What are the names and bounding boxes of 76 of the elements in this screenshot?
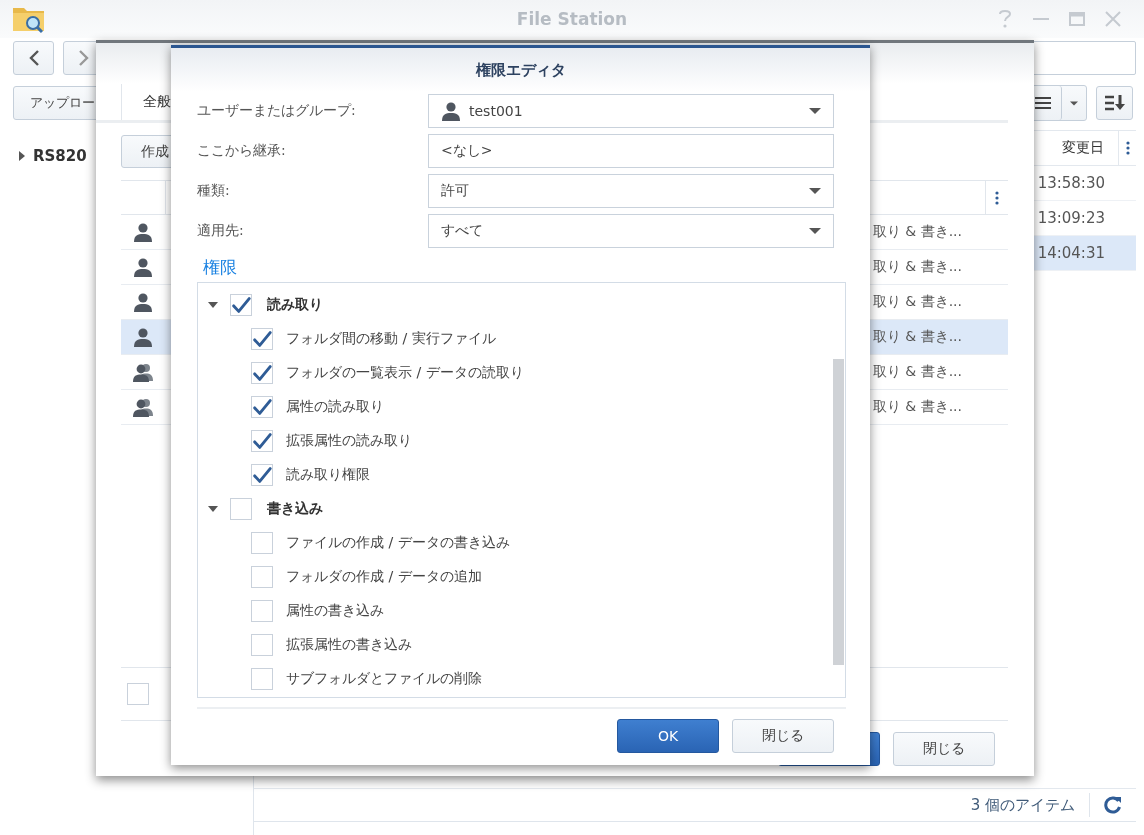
permission-label: 読み取り権限 [286,466,370,484]
checkbox[interactable] [251,532,273,554]
permission-text: 取り & 書き... [872,363,962,381]
modified-time: 13:58:30 [1037,174,1105,192]
permission-text: 取り & 書き... [872,328,962,346]
dropdown-arrow-icon [809,108,821,114]
sort-button[interactable] [1096,86,1133,120]
refresh-icon[interactable] [1104,796,1122,814]
dialog-title: 権限エディタ [475,60,566,80]
tab[interactable]: 全般 [143,93,171,111]
scrollbar-thumb[interactable] [833,359,844,665]
window-title: File Station [516,9,628,29]
input-field[interactable]: <なし> [428,134,834,168]
checkbox[interactable] [251,464,273,486]
modified-time: 14:04:31 [1037,244,1105,262]
kebab-icon[interactable] [1125,141,1130,155]
expand-arrow-icon[interactable] [208,506,218,512]
item-count: 3 個のアイテム [970,795,1075,815]
checkbox[interactable] [251,600,273,622]
permission-label: ファイルの作成 / データの書き込み [286,534,510,552]
chevron-right-icon [77,49,90,67]
column-header[interactable]: 変更日 [1062,139,1118,157]
checkbox[interactable] [251,430,273,452]
checkbox[interactable] [251,566,273,588]
checkbox[interactable] [230,498,252,520]
permission-label: フォルダ間の移動 / 実行ファイル [286,330,496,348]
kebab-icon[interactable] [995,190,999,205]
sort-icon [1104,95,1125,111]
permission-group-label: 書き込み [267,500,323,518]
select-field[interactable]: 許可 [428,174,834,208]
permission-label: 属性の読み取り [286,398,384,416]
field-label: 適用先: [197,222,245,240]
checkbox[interactable] [251,328,273,350]
close-button[interactable]: 閉じる [893,732,995,766]
expand-arrow-icon[interactable] [208,302,218,308]
checkbox[interactable] [251,634,273,656]
field-label: ユーザーまたはグループ: [197,102,357,120]
back-button[interactable] [13,41,54,75]
checkbox[interactable] [230,294,252,316]
permission-group-label: 読み取り [267,296,323,314]
dropdown-arrow-icon [809,188,821,194]
modified-time: 13:09:23 [1037,209,1105,227]
checkbox[interactable] [251,668,273,690]
section-title: 権限 [203,256,238,279]
user-select[interactable]: test001 [428,94,834,128]
select-field[interactable]: すべて [428,214,834,248]
permission-label: フォルダの作成 / データの追加 [286,568,482,586]
list-icon[interactable] [1035,96,1051,110]
permission-label: サブフォルダとファイルの削除 [286,670,482,688]
user-icon [133,292,153,312]
permission-text: 取り & 書き... [872,293,962,311]
field-label: 種類: [197,182,231,200]
permission-text: 取り & 書き... [872,258,962,276]
user-icon [441,101,461,121]
group-icon [133,362,153,382]
permission-label: フォルダの一覧表示 / データの読取り [286,364,524,382]
tree-item[interactable]: RS820 [33,147,87,165]
checkbox[interactable] [251,362,273,384]
chevron-left-icon [27,49,40,67]
permission-text: 取り & 書き... [872,398,962,416]
checkbox[interactable] [127,683,149,705]
checkbox[interactable] [251,396,273,418]
user-icon [133,222,153,242]
expand-arrow-icon[interactable] [19,151,25,161]
permission-label: 拡張属性の書き込み [286,636,412,654]
group-icon [133,397,153,417]
dropdown-arrow-icon [809,228,821,234]
permission-label: 属性の書き込み [286,602,384,620]
user-icon [133,257,153,277]
field-label: ここから継承: [197,142,287,160]
ok-button[interactable]: OK [617,719,719,753]
close-button[interactable]: 閉じる [732,719,834,753]
permission-text: 取り & 書き... [872,223,962,241]
user-icon [133,327,153,347]
caret-down-icon[interactable] [1070,100,1078,106]
permission-label: 拡張属性の読み取り [286,432,412,450]
